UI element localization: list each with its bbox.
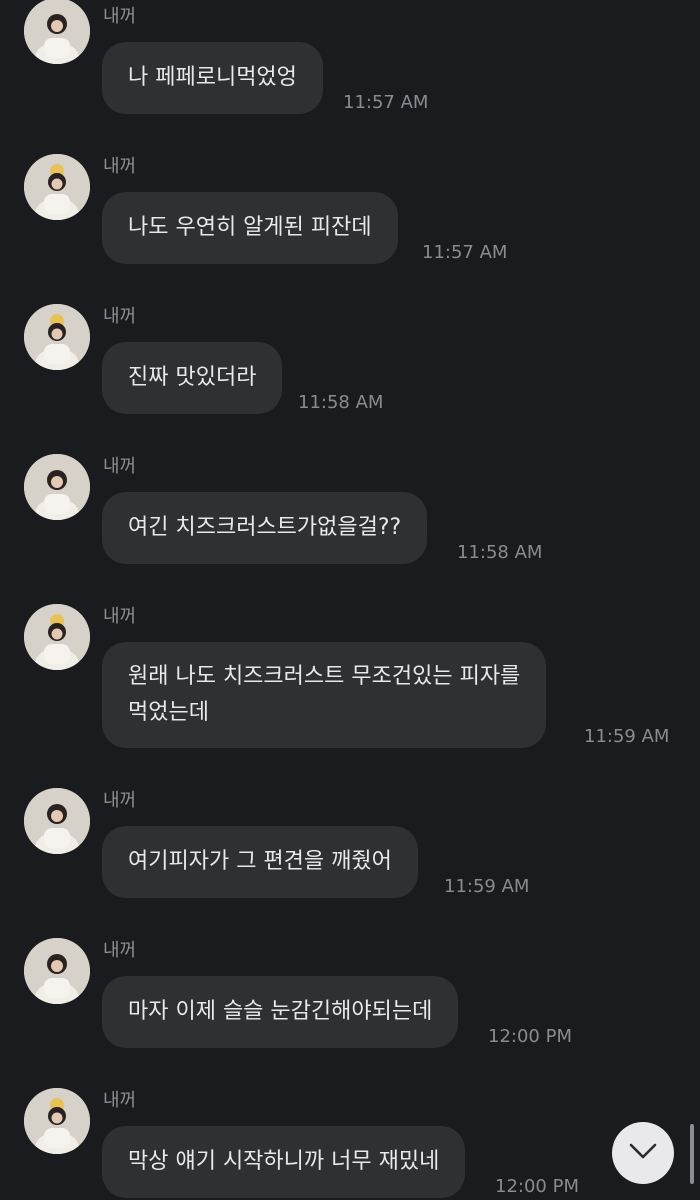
message-bubble[interactable]: 나 페페로니먹었엉: [102, 42, 323, 114]
message-time: 12:00 PM: [495, 1176, 579, 1197]
sender-name: 내꺼: [103, 606, 137, 627]
message-time: 12:00 PM: [488, 1026, 572, 1047]
avatar[interactable]: [24, 788, 90, 854]
avatar[interactable]: [24, 1088, 90, 1154]
sender-name: 내꺼: [103, 456, 137, 477]
message-bubble[interactable]: 마자 이제 슬슬 눈감긴해야되는데: [102, 976, 459, 1048]
sender-name: 내꺼: [103, 6, 137, 27]
message-bubble[interactable]: 막상 얘기 시작하니까 너무 재밌네: [102, 1126, 466, 1198]
avatar[interactable]: [24, 304, 90, 370]
avatar[interactable]: [24, 454, 90, 520]
message-time: 11:58 AM: [298, 392, 384, 413]
scroll-to-bottom-button[interactable]: [612, 1122, 674, 1184]
message-bubble[interactable]: 진짜 맛있더라: [102, 342, 283, 414]
scrollbar-thumb[interactable]: [690, 1124, 694, 1184]
message-bubble[interactable]: 여긴 치즈크러스트가없을걸??: [102, 492, 428, 564]
message-time: 11:57 AM: [343, 92, 429, 113]
message-time: 11:58 AM: [457, 542, 543, 563]
sender-name: 내꺼: [103, 156, 137, 177]
message-bubble[interactable]: 여기피자가 그 편견을 깨줬어: [102, 826, 418, 898]
message-time: 11:57 AM: [422, 242, 508, 263]
avatar[interactable]: [24, 938, 90, 1004]
chat-view[interactable]: 내꺼 나 페페로니먹었엉 11:57 AM 내꺼 나도 우연히 알게된 피잔데 …: [0, 0, 700, 1200]
avatar[interactable]: [24, 0, 90, 64]
sender-name: 내꺼: [103, 940, 137, 961]
sender-name: 내꺼: [103, 790, 137, 811]
message-bubble[interactable]: 나도 우연히 알게된 피잔데: [102, 192, 398, 264]
sender-name: 내꺼: [103, 306, 137, 327]
message-time: 11:59 AM: [444, 876, 530, 897]
message-bubble[interactable]: 원래 나도 치즈크러스트 무조건있는 피자를 먹었는데: [102, 642, 547, 748]
chevron-down-icon: [628, 1142, 658, 1164]
avatar[interactable]: [24, 604, 90, 670]
avatar[interactable]: [24, 154, 90, 220]
message-time: 11:59 AM: [584, 726, 670, 747]
sender-name: 내꺼: [103, 1090, 137, 1111]
